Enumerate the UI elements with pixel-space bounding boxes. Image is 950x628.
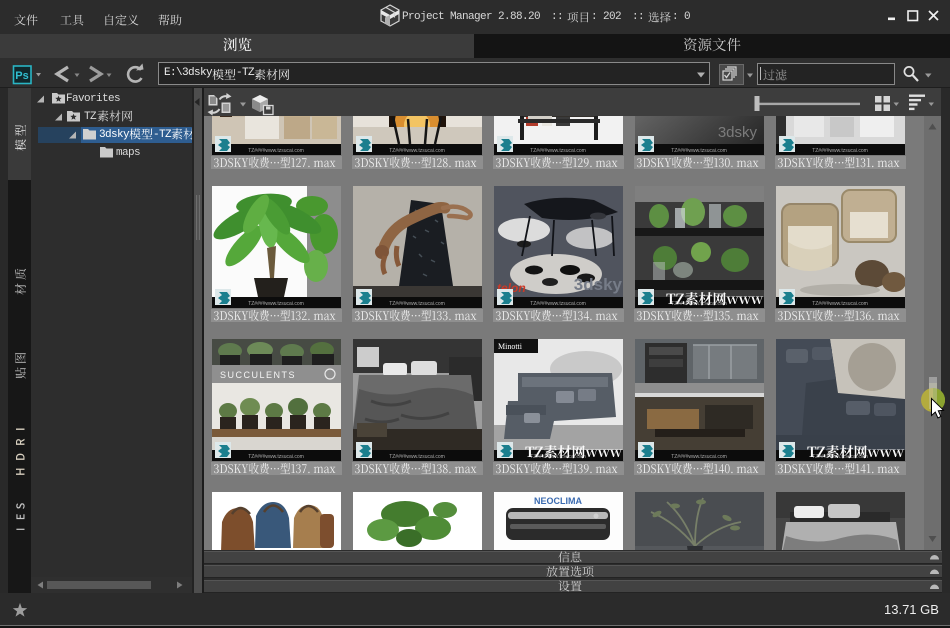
svg-text:Minotti: Minotti: [498, 342, 523, 351]
svg-text:TZ####www.tzsucai.com: TZ####www.tzsucai.com: [248, 148, 304, 154]
svg-text:TZ####www.tzsucai.com: TZ####www.tzsucai.com: [389, 454, 445, 460]
svg-text:NEOCLIMA: NEOCLIMA: [534, 496, 582, 506]
svg-text:TZ####www.tzsucai.com: TZ####www.tzsucai.com: [248, 454, 304, 460]
svg-text:TZ####www.tzsucai.com: TZ####www.tzsucai.com: [389, 301, 445, 307]
svg-text:TZ####www.tzsucai.com: TZ####www.tzsucai.com: [812, 148, 868, 154]
svg-text:SUCCULENTS: SUCCULENTS: [220, 370, 296, 380]
svg-text:TZ####www.tzsucai.com: TZ####www.tzsucai.com: [248, 301, 304, 307]
svg-text:TZ####www.tzsucai.com: TZ####www.tzsucai.com: [671, 148, 727, 154]
svg-text:TZ####www.tzsucai.com: TZ####www.tzsucai.com: [812, 301, 868, 307]
svg-text:TZ####www.tzsucai.com: TZ####www.tzsucai.com: [389, 148, 445, 154]
svg-text:3dsky: 3dsky: [574, 275, 623, 294]
svg-text:3dsky: 3dsky: [718, 124, 758, 141]
svg-text:TZ####www.tzsucai.com: TZ####www.tzsucai.com: [530, 301, 586, 307]
svg-text:TZ####www.tzsucai.com: TZ####www.tzsucai.com: [671, 454, 727, 460]
svg-text:TZ####www.tzsucai.com: TZ####www.tzsucai.com: [530, 148, 586, 154]
